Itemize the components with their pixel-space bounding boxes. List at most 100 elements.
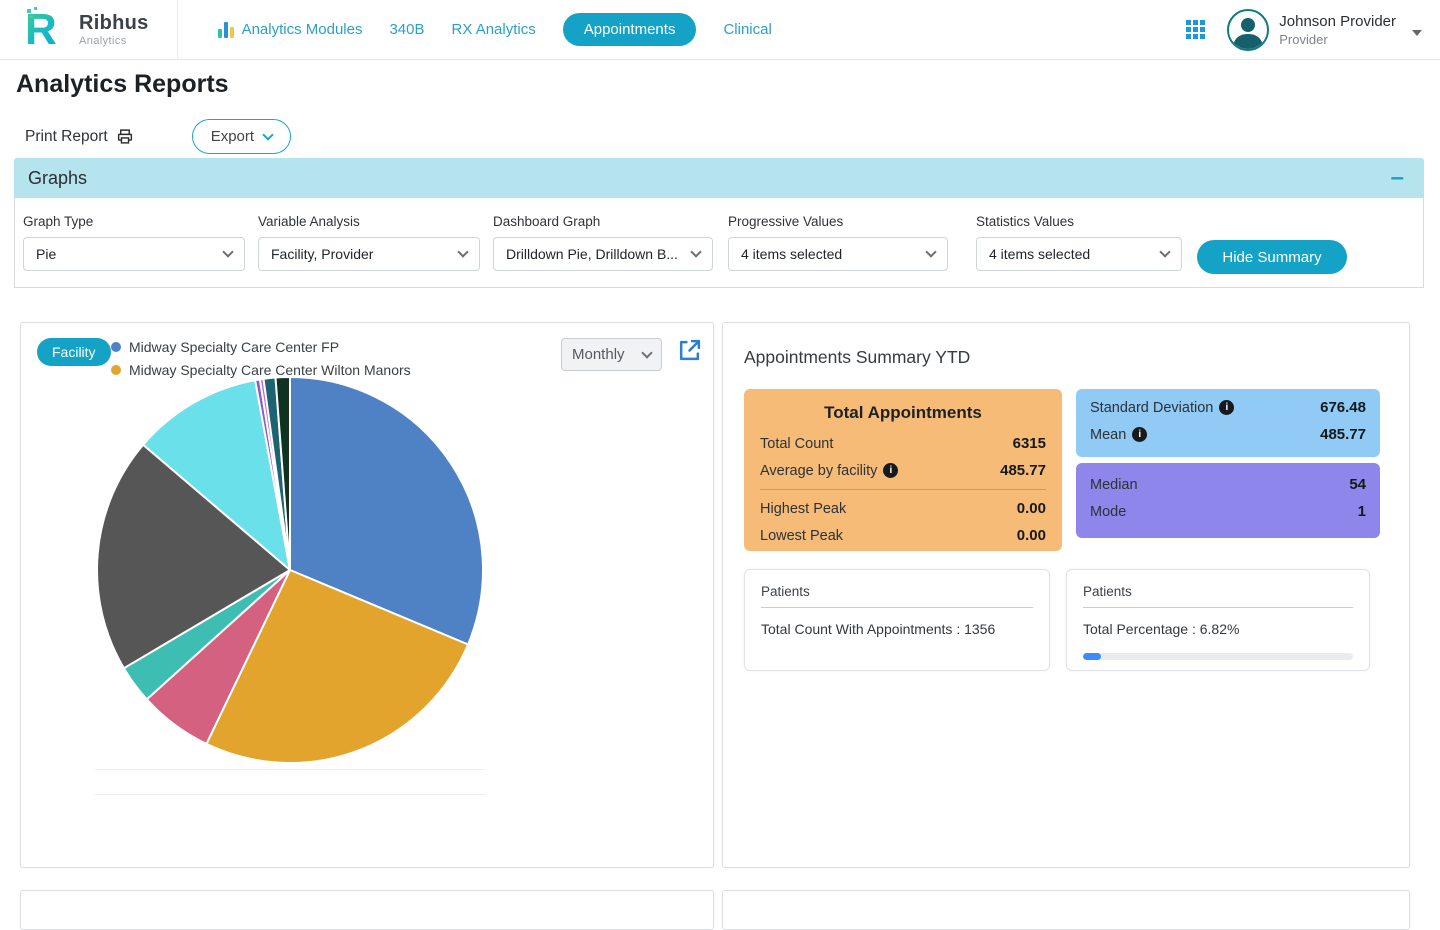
chevron-down-icon	[925, 246, 936, 257]
ribhus-logo-icon: R	[25, 7, 69, 53]
export-button[interactable]: Export	[192, 119, 291, 154]
patients-percentage-text: Total Percentage : 6.82%	[1083, 621, 1353, 637]
nav-rx-analytics[interactable]: RX Analytics	[452, 21, 536, 38]
info-icon[interactable]: i	[883, 463, 898, 478]
filter-label-statistics-values: Statistics Values	[976, 214, 1182, 229]
print-report-label: Print Report	[25, 128, 108, 146]
legend-item[interactable]: Midway Specialty Care Center Wilton Mano…	[111, 362, 411, 378]
filter-label-variable-analysis: Variable Analysis	[258, 214, 480, 229]
chevron-down-icon	[641, 347, 652, 358]
printer-icon	[116, 128, 134, 145]
period-value: Monthly	[572, 346, 625, 363]
period-select[interactable]: Monthly	[561, 338, 662, 371]
patients-card-title: Patients	[761, 584, 1033, 608]
row-value: 0.00	[1017, 527, 1046, 544]
legend-dot	[111, 342, 121, 352]
summary-row: Mode 1	[1090, 503, 1366, 520]
summary-row: Highest Peak 0.00	[760, 500, 1046, 517]
info-icon[interactable]: i	[1219, 400, 1234, 415]
legend-dot	[111, 365, 121, 375]
chart-legend: Midway Specialty Care Center FP Midway S…	[111, 339, 411, 385]
print-report-button[interactable]: Print Report	[25, 128, 134, 146]
total-appointments-box: Total Appointments Total Count 6315 Aver…	[744, 389, 1062, 551]
select-value: 4 items selected	[741, 246, 842, 262]
variable-analysis-select[interactable]: Facility, Provider	[258, 237, 480, 271]
patients-percentage-card: Patients Total Percentage : 6.82%	[1066, 569, 1370, 671]
main-nav: Analytics Modules 340B RX Analytics Appo…	[178, 13, 772, 46]
select-value: Pie	[36, 246, 56, 262]
chevron-down-icon[interactable]	[1412, 30, 1422, 36]
chevron-down-icon	[690, 246, 701, 257]
select-value: Facility, Provider	[271, 246, 373, 262]
summary-row: Lowest Peak 0.00	[760, 527, 1046, 544]
user-menu[interactable]: Johnson Provider Provider	[1279, 13, 1396, 47]
collapse-icon[interactable]: –	[1391, 168, 1404, 188]
legend-label: Midway Specialty Care Center FP	[129, 339, 339, 355]
progress-fill	[1083, 653, 1101, 660]
dashboard-graph-select[interactable]: Drilldown Pie, Drilldown B...	[493, 237, 713, 271]
row-value: 54	[1349, 476, 1366, 493]
nav-appointments[interactable]: Appointments	[563, 13, 697, 46]
total-appointments-title: Total Appointments	[760, 403, 1046, 423]
hide-summary-button[interactable]: Hide Summary	[1197, 240, 1347, 274]
summary-title: Appointments Summary YTD	[744, 347, 970, 368]
graph-type-select[interactable]: Pie	[23, 237, 245, 271]
facility-badge[interactable]: Facility	[37, 338, 111, 366]
pie-chart-card: Facility Midway Specialty Care Center FP…	[20, 322, 714, 868]
bar-chart-icon	[218, 22, 234, 38]
statistics-values-select[interactable]: 4 items selected	[976, 237, 1182, 271]
row-label: Standard Deviation	[1090, 400, 1213, 416]
pie-chart[interactable]	[90, 370, 490, 770]
chevron-down-icon	[222, 246, 233, 257]
avatar[interactable]	[1227, 9, 1269, 51]
export-label: Export	[211, 128, 254, 145]
info-icon[interactable]: i	[1132, 427, 1147, 442]
nav-label: Analytics Modules	[242, 21, 363, 38]
patients-card-title: Patients	[1083, 584, 1353, 608]
expand-icon[interactable]	[677, 338, 702, 363]
nav-clinical[interactable]: Clinical	[723, 21, 771, 38]
summary-row: Meani 485.77	[1090, 426, 1366, 443]
filter-label-progressive-values: Progressive Values	[728, 214, 948, 229]
user-name: Johnson Provider	[1279, 13, 1396, 30]
progressive-values-select[interactable]: 4 items selected	[728, 237, 948, 271]
row-label: Mean	[1090, 427, 1126, 443]
legend-label: Midway Specialty Care Center Wilton Mano…	[129, 362, 411, 378]
graphs-title: Graphs	[28, 168, 87, 189]
page-title: Analytics Reports	[16, 70, 1440, 99]
legend-item[interactable]: Midway Specialty Care Center FP	[111, 339, 411, 355]
next-chart-card-partial	[20, 890, 714, 930]
median-mode-box: Median 54 Mode 1	[1076, 463, 1380, 538]
chevron-down-icon	[262, 129, 273, 140]
summary-row: Median 54	[1090, 476, 1366, 493]
summary-row: Standard Deviation i 676.48	[1090, 399, 1366, 416]
patients-count-text: Total Count With Appointments : 1356	[761, 621, 1033, 637]
filter-label-graph-type: Graph Type	[23, 214, 245, 229]
row-value: 0.00	[1017, 500, 1046, 517]
statistics-box: Standard Deviation i 676.48 Meani 485.77	[1076, 389, 1380, 457]
user-role: Provider	[1279, 32, 1396, 47]
nav-340b[interactable]: 340B	[389, 21, 424, 38]
brand-subtitle: Analytics	[79, 35, 149, 47]
patients-count-card: Patients Total Count With Appointments :…	[744, 569, 1050, 671]
brand-name: Ribhus	[79, 13, 149, 33]
brand-logo[interactable]: R Ribhus Analytics	[0, 0, 178, 60]
row-label: Average by facility	[760, 463, 877, 479]
row-label: Median	[1090, 477, 1138, 493]
row-value: 676.48	[1320, 399, 1366, 416]
select-value: Drilldown Pie, Drilldown B...	[506, 246, 678, 262]
next-summary-card-partial	[722, 890, 1410, 930]
graphs-section-header[interactable]: Graphs –	[14, 158, 1424, 198]
summary-row: Total Count 6315	[760, 435, 1046, 452]
row-value: 6315	[1013, 435, 1046, 452]
select-value: 4 items selected	[989, 246, 1090, 262]
summary-row: Average by facility i 485.77	[760, 462, 1046, 479]
row-label: Total Count	[760, 436, 833, 452]
divider	[760, 489, 1046, 490]
apps-grid-icon[interactable]	[1186, 20, 1205, 39]
row-value: 1	[1358, 503, 1366, 520]
row-value: 485.77	[1000, 462, 1046, 479]
progress-bar	[1083, 653, 1353, 660]
appointments-summary-card: Appointments Summary YTD Total Appointme…	[722, 322, 1410, 868]
nav-analytics-modules[interactable]: Analytics Modules	[218, 21, 363, 38]
